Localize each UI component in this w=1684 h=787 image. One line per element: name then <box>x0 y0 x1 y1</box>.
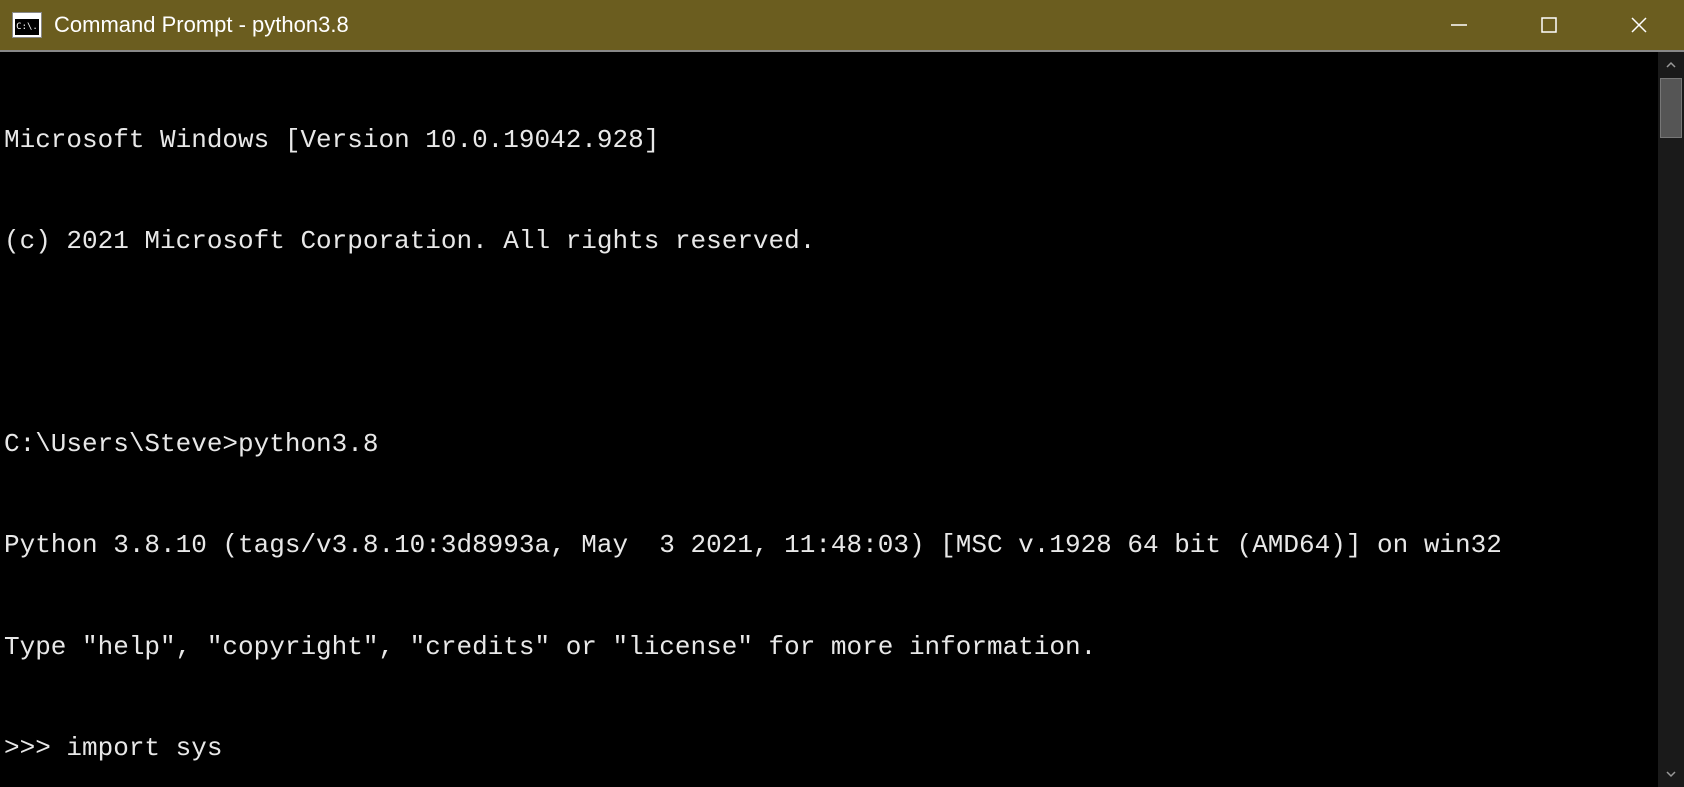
terminal-line: (c) 2021 Microsoft Corporation. All righ… <box>4 225 1654 259</box>
terminal-line: Python 3.8.10 (tags/v3.8.10:3d8993a, May… <box>4 529 1654 563</box>
terminal-line: C:\Users\Steve>python3.8 <box>4 428 1654 462</box>
window-controls <box>1414 0 1684 50</box>
minimize-button[interactable] <box>1414 0 1504 50</box>
terminal-line: >>> import sys <box>4 732 1654 766</box>
close-icon <box>1630 16 1648 34</box>
terminal-line: Microsoft Windows [Version 10.0.19042.92… <box>4 124 1654 158</box>
chevron-down-icon <box>1665 768 1677 780</box>
app-icon-glyph: C:\. <box>15 19 39 35</box>
terminal-line: Type "help", "copyright", "credits" or "… <box>4 631 1654 665</box>
maximize-icon <box>1540 16 1558 34</box>
chevron-up-icon <box>1665 59 1677 71</box>
scroll-down-button[interactable] <box>1658 761 1684 787</box>
scroll-track[interactable] <box>1658 78 1684 761</box>
terminal-output[interactable]: Microsoft Windows [Version 10.0.19042.92… <box>0 52 1658 787</box>
scroll-up-button[interactable] <box>1658 52 1684 78</box>
minimize-icon <box>1450 16 1468 34</box>
scrollbar[interactable] <box>1658 52 1684 787</box>
scroll-thumb[interactable] <box>1660 78 1682 138</box>
window-title: Command Prompt - python3.8 <box>54 12 1414 38</box>
client-area: Microsoft Windows [Version 10.0.19042.92… <box>0 50 1684 787</box>
app-icon: C:\. <box>12 12 42 38</box>
close-button[interactable] <box>1594 0 1684 50</box>
terminal-blank-line <box>4 326 1654 360</box>
maximize-button[interactable] <box>1504 0 1594 50</box>
window-titlebar[interactable]: C:\. Command Prompt - python3.8 <box>0 0 1684 50</box>
